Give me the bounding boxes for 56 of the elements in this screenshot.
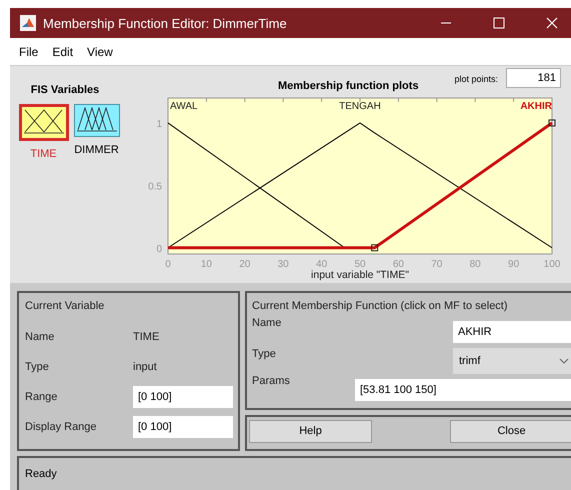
field-label: Params [252, 374, 291, 387]
window-title: Membership Function Editor: DimmerTime [43, 16, 288, 30]
y-tick-label: 0.5 [148, 181, 162, 192]
curve-label: TENGAH [339, 101, 381, 112]
x-tick-label: 100 [544, 259, 560, 269]
x-tick-label: 90 [508, 259, 520, 269]
curve-label: AWAL [170, 101, 198, 112]
close-icon [546, 17, 558, 29]
vertex-handle[interactable] [371, 244, 378, 252]
field-label: Display Range [25, 421, 98, 433]
triangles-icon [18, 104, 68, 141]
x-tick-label: 10 [200, 259, 212, 269]
field-label: Type [252, 348, 277, 360]
menu-item[interactable]: File [13, 44, 44, 58]
plot-title: Membership function plots [278, 80, 419, 92]
x-tick-label: 0 [165, 259, 171, 269]
fis-variable[interactable]: DIMMER [74, 104, 120, 160]
plot-points-label: plot points: [454, 74, 498, 84]
name-field[interactable]: AKHIR [453, 321, 571, 344]
peaks-icon [74, 104, 120, 137]
y-tick-label: 1 [156, 118, 162, 130]
field-label: Name [25, 331, 56, 343]
panel-title: Current Variable [25, 300, 106, 312]
x-tick-label: 80 [470, 259, 481, 269]
x-tick-label: 50 [354, 259, 366, 269]
menu-item[interactable]: View [81, 44, 119, 58]
params-field[interactable]: [53.81 100 150] [355, 379, 571, 402]
fis-variable[interactable]: TIME [18, 104, 68, 160]
vertex-handle[interactable] [548, 119, 556, 126]
y-tick-label: 0 [156, 244, 162, 255]
x-tick-label: 30 [278, 259, 289, 269]
range-field[interactable]: [0 100] [133, 386, 233, 408]
field-label: Range [25, 391, 58, 403]
field-label: Type [25, 361, 50, 373]
x-tick-label: 70 [431, 259, 442, 269]
status-text: Ready [25, 468, 57, 480]
x-axis-label: input variable "TIME" [311, 269, 409, 282]
menu-item[interactable]: Edit [46, 44, 80, 58]
close-button[interactable]: Close [450, 420, 571, 442]
type-dropdown[interactable]: trimf [453, 348, 571, 374]
x-tick-label: 20 [239, 259, 250, 269]
x-tick-label: 40 [316, 259, 328, 269]
membership-curve[interactable] [168, 122, 346, 248]
display-range-field[interactable]: [0 100] [133, 416, 233, 438]
maximize-icon [493, 17, 505, 29]
x-tick-label: 60 [392, 259, 404, 269]
field-label: Name [252, 316, 282, 329]
chevron-down-icon [559, 358, 569, 364]
curve-label: AKHIR [520, 101, 552, 112]
field-value: TIME [133, 331, 160, 343]
plot-points-field[interactable]: 181 [506, 68, 561, 88]
section-title: FIS Variables [30, 84, 100, 96]
panel-title: Current Membership Function (click on MF to select) [252, 300, 509, 312]
app-icon [20, 15, 36, 31]
help-button[interactable]: Help [249, 420, 372, 442]
field-value: input [133, 361, 157, 373]
